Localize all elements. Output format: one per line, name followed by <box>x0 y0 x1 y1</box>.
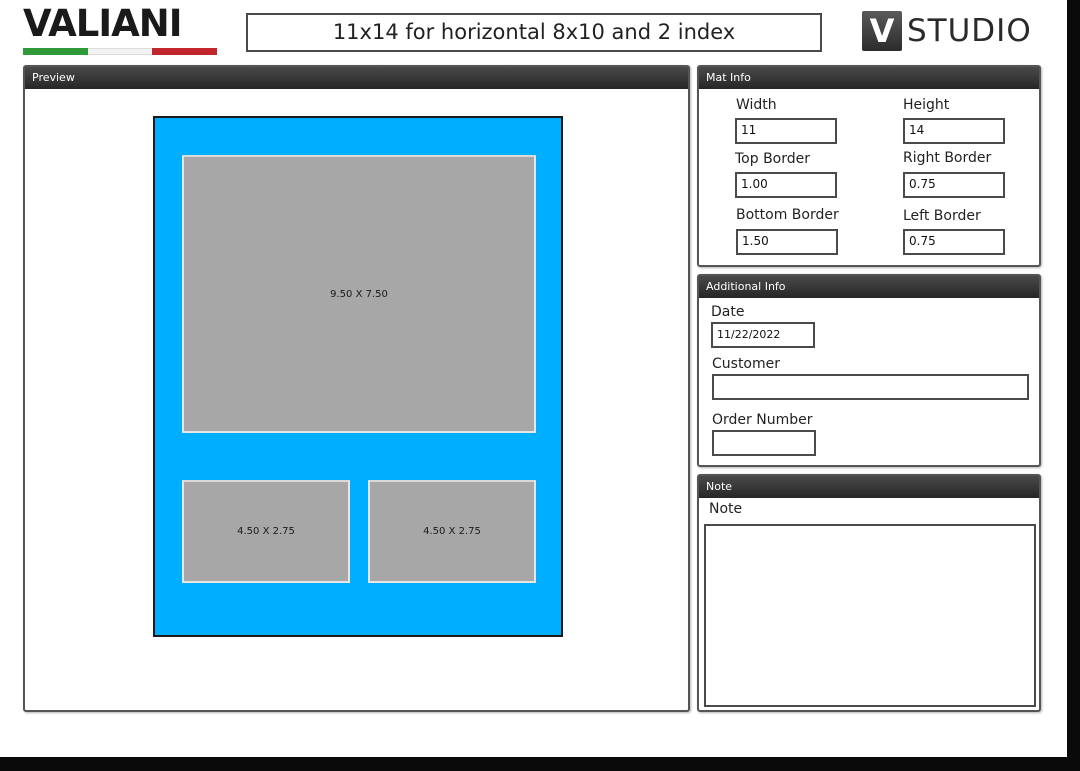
opening-size-label: 9.50 X 7.50 <box>330 288 388 300</box>
additional-info-panel: Additional Info Date 11/22/2022 Customer… <box>697 274 1041 467</box>
opening-size-label: 4.50 X 2.75 <box>237 526 295 537</box>
mat-opening-small-right[interactable]: 4.50 X 2.75 <box>368 480 536 583</box>
valiani-logo: VALIANI <box>23 2 218 56</box>
top-border-field[interactable]: 1.00 <box>735 172 837 198</box>
order-number-label: Order Number <box>712 412 813 428</box>
note-textarea[interactable] <box>704 524 1036 707</box>
top-border-label: Top Border <box>735 151 811 167</box>
right-border-field[interactable]: 0.75 <box>903 172 1005 198</box>
preview-panel-header: Preview <box>25 67 688 89</box>
left-border-label: Left Border <box>903 208 981 224</box>
note-panel-header: Note <box>699 476 1039 498</box>
studio-text: STUDIO <box>907 13 1032 49</box>
date-label: Date <box>711 304 745 320</box>
logo-text: VALIANI <box>23 2 182 45</box>
date-field[interactable]: 11/22/2022 <box>711 322 815 348</box>
window-right-edge <box>1067 0 1080 771</box>
width-field[interactable]: 11 <box>735 118 837 144</box>
height-field[interactable]: 14 <box>903 118 1005 144</box>
vstudio-logo: V STUDIO <box>862 10 1032 52</box>
v-badge-icon: V <box>862 11 902 51</box>
customer-field[interactable] <box>712 374 1029 400</box>
italian-flag-stripe <box>23 48 218 55</box>
mat-opening-large[interactable]: 9.50 X 7.50 <box>182 155 536 433</box>
note-panel: Note Note <box>697 474 1041 712</box>
order-number-field[interactable] <box>712 430 816 456</box>
window-bottom-edge <box>0 757 1080 771</box>
bottom-border-field[interactable]: 1.50 <box>736 229 838 255</box>
project-title-field[interactable]: 11x14 for horizontal 8x10 and 2 index <box>246 13 822 52</box>
bottom-border-label: Bottom Border <box>736 207 839 223</box>
height-label: Height <box>903 97 950 113</box>
mat-info-header: Mat Info <box>699 67 1039 89</box>
mat-opening-small-left[interactable]: 4.50 X 2.75 <box>182 480 350 583</box>
additional-info-header: Additional Info <box>699 276 1039 298</box>
mat-preview[interactable]: 9.50 X 7.50 4.50 X 2.75 4.50 X 2.75 <box>153 116 563 637</box>
preview-panel: Preview 9.50 X 7.50 4.50 X 2.75 4.50 X 2… <box>23 65 690 712</box>
right-border-label: Right Border <box>903 150 992 166</box>
width-label: Width <box>736 97 777 113</box>
opening-size-label: 4.50 X 2.75 <box>423 526 481 537</box>
mat-info-panel: Mat Info Width 11 Height 14 Top Border 1… <box>697 65 1041 267</box>
left-border-field[interactable]: 0.75 <box>903 229 1005 255</box>
customer-label: Customer <box>712 356 781 372</box>
note-label: Note <box>709 501 743 517</box>
